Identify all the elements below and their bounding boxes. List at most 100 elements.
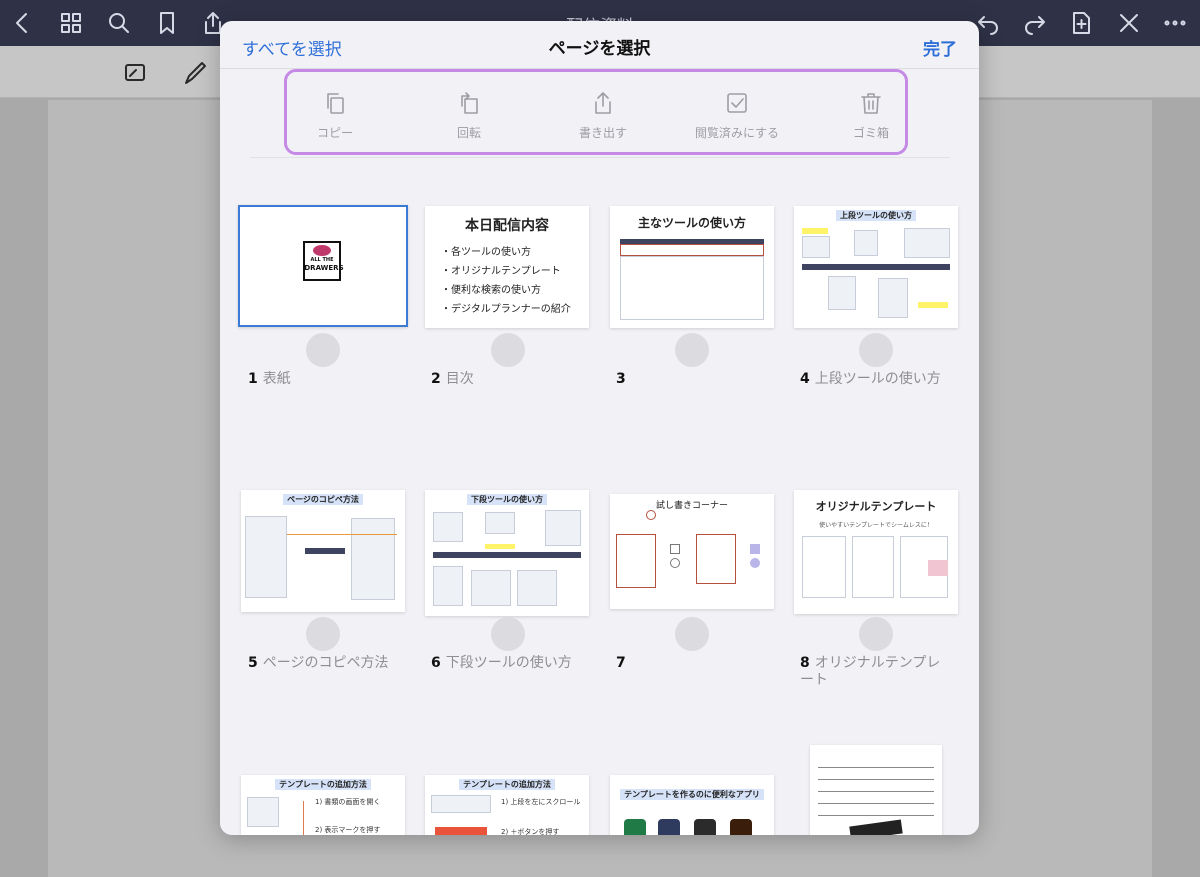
mark-read-label: 閲覧済みにする [694, 126, 780, 140]
mini-square [750, 544, 760, 554]
mini-callout [485, 544, 515, 549]
thumb-bullet: ・各ツールの使い方 [441, 247, 531, 258]
thumb-step: 1) 書類の画面を開く [315, 798, 381, 806]
page-select-modal: すべてを選択 ページを選択 完了 コピー 回転 書き出す 閲覧済みにする ゴミ箱 [220, 21, 979, 835]
mini-highlight [620, 244, 764, 256]
pen-tool-icon[interactable] [180, 58, 210, 88]
mini-arrow [287, 534, 397, 535]
mini-box [517, 570, 557, 606]
thumb-heading-wrap: 下段ツールの使い方 [425, 494, 589, 505]
mini-box [485, 512, 515, 534]
trash-icon [861, 93, 881, 114]
copy-label: コピー [316, 126, 353, 140]
mini-circle [750, 558, 760, 568]
thumb-bullet: ・オリジナルテンプレート [441, 266, 561, 277]
read-mode-icon[interactable] [120, 58, 150, 88]
thumb-subtitle: 使いやすいテンプレートでシームレスに！ [819, 522, 933, 529]
close-edit-icon[interactable] [1116, 10, 1142, 36]
add-page-icon[interactable] [1068, 10, 1094, 36]
copy-button[interactable]: コピー [280, 90, 390, 141]
page-settings-icon[interactable] [306, 617, 340, 651]
copy-icon [327, 93, 344, 114]
logo-text-bottom: DRAWERS [304, 264, 344, 272]
mini-highlight [696, 534, 736, 584]
page-settings-icon[interactable] [491, 617, 525, 651]
page-label-3: 3 [616, 371, 626, 387]
page-thumbnail-9[interactable]: テンプレートの追加方法 1) 書類の画面を開く 2) 表示マークを押す [241, 775, 405, 835]
mini-box [854, 230, 878, 256]
more-icon[interactable] [1162, 10, 1188, 36]
thumb-heading: ページのコピペ方法 [283, 494, 363, 505]
page-thumbnail-5[interactable]: ページのコピペ方法 [241, 490, 405, 612]
page-thumbnail-6[interactable]: 下段ツールの使い方 [425, 490, 589, 616]
export-icon [595, 92, 611, 114]
modal-title: ページを選択 [548, 39, 651, 59]
page-thumbnail-10[interactable]: テンプレートの追加方法 1) 上段を左にスクロール 2) ＋ボタンを押す [425, 775, 589, 835]
export-button[interactable]: 書き出す [548, 90, 658, 141]
logo-text-top: ALL THE [310, 257, 334, 263]
mini-box [247, 797, 279, 827]
thumb-heading: 主なツールの使い方 [637, 216, 746, 230]
thumb-heading-wrap: テンプレートを作るのに便利なアプリ [610, 789, 774, 800]
rotate-button[interactable]: 回転 [414, 90, 524, 141]
thumb-heading-wrap: テンプレートの追加方法 [425, 779, 589, 790]
mini-toolbar [802, 264, 950, 270]
mini-box [431, 795, 491, 813]
mini-box [245, 516, 287, 598]
trash-button[interactable]: ゴミ箱 [816, 90, 926, 141]
redo-icon[interactable] [1022, 10, 1048, 36]
mini-box [545, 510, 581, 546]
divider [250, 157, 950, 158]
mini-accent [928, 560, 948, 576]
page-label-8: 8 オリジナルテンプレート [800, 655, 941, 688]
page-thumbnail-1[interactable]: ALL THE DRAWERS [238, 205, 408, 327]
mini-rule [818, 803, 934, 804]
trash-label: ゴミ箱 [852, 126, 889, 140]
mini-template [852, 536, 894, 598]
procreate-app-icon [694, 819, 716, 835]
mini-box [828, 276, 856, 310]
thumb-heading: 試し書きコーナー [655, 501, 728, 511]
logo-mark [313, 245, 331, 256]
thumb-bullet: ・便利な検索の使い方 [441, 285, 541, 296]
thumb-heading: テンプレートの追加方法 [459, 779, 555, 790]
mini-circle [670, 558, 680, 568]
thumb-bullet: ・デジタルプランナーの紹介 [441, 304, 571, 315]
mini-rule [818, 815, 934, 816]
page-thumbnail-3[interactable]: 主なツールの使い方 [610, 206, 774, 328]
affinity-app-icon [658, 819, 680, 835]
mini-toolbar [305, 548, 345, 554]
page-settings-icon[interactable] [859, 333, 893, 367]
page-label-5: 5 ページのコピペ方法 [248, 655, 389, 671]
page-thumbnail-2[interactable]: 本日配信内容 ・各ツールの使い方 ・オリジナルテンプレート ・便利な検索の使い方… [425, 206, 589, 328]
mini-box [802, 236, 830, 258]
page-settings-icon[interactable] [859, 617, 893, 651]
mini-template [802, 536, 846, 598]
page-thumbnail-4[interactable]: 上段ツールの使い方 [794, 206, 958, 328]
done-button[interactable]: 完了 [923, 35, 957, 60]
page-thumbnail-7[interactable]: 試し書きコーナー [610, 494, 774, 609]
mini-box [351, 518, 395, 600]
thumb-step: 1) 上段を左にスクロール [501, 798, 581, 806]
page-settings-icon[interactable] [675, 617, 709, 651]
export-label: 書き出す [578, 126, 627, 140]
mini-callout [802, 228, 828, 234]
page-settings-icon[interactable] [491, 333, 525, 367]
thumb-step: 2) ＋ボタンを押す [501, 828, 560, 835]
page-settings-icon[interactable] [675, 333, 709, 367]
rotate-label: 回転 [456, 126, 481, 140]
page-thumbnail-8[interactable]: オリジナルテンプレート 使いやすいテンプレートでシームレスに！ [794, 490, 958, 614]
thumb-heading: 下段ツールの使い方 [467, 494, 547, 505]
mini-rule [818, 779, 934, 780]
thumb-heading-wrap: 上段ツールの使い方 [794, 210, 958, 221]
mini-box [433, 512, 463, 542]
mini-page [620, 256, 764, 320]
page-thumbnail-11[interactable]: テンプレートを作るのに便利なアプリ [610, 775, 774, 835]
mini-box [878, 278, 908, 318]
excel-app-icon [624, 819, 646, 835]
page-thumbnail-12[interactable] [810, 745, 942, 835]
thumb-heading: オリジナルテンプレート [815, 500, 937, 513]
mark-read-button[interactable]: 閲覧済みにする [682, 90, 792, 141]
page-label-6: 6 下段ツールの使い方 [431, 655, 572, 671]
page-settings-icon[interactable] [306, 333, 340, 367]
